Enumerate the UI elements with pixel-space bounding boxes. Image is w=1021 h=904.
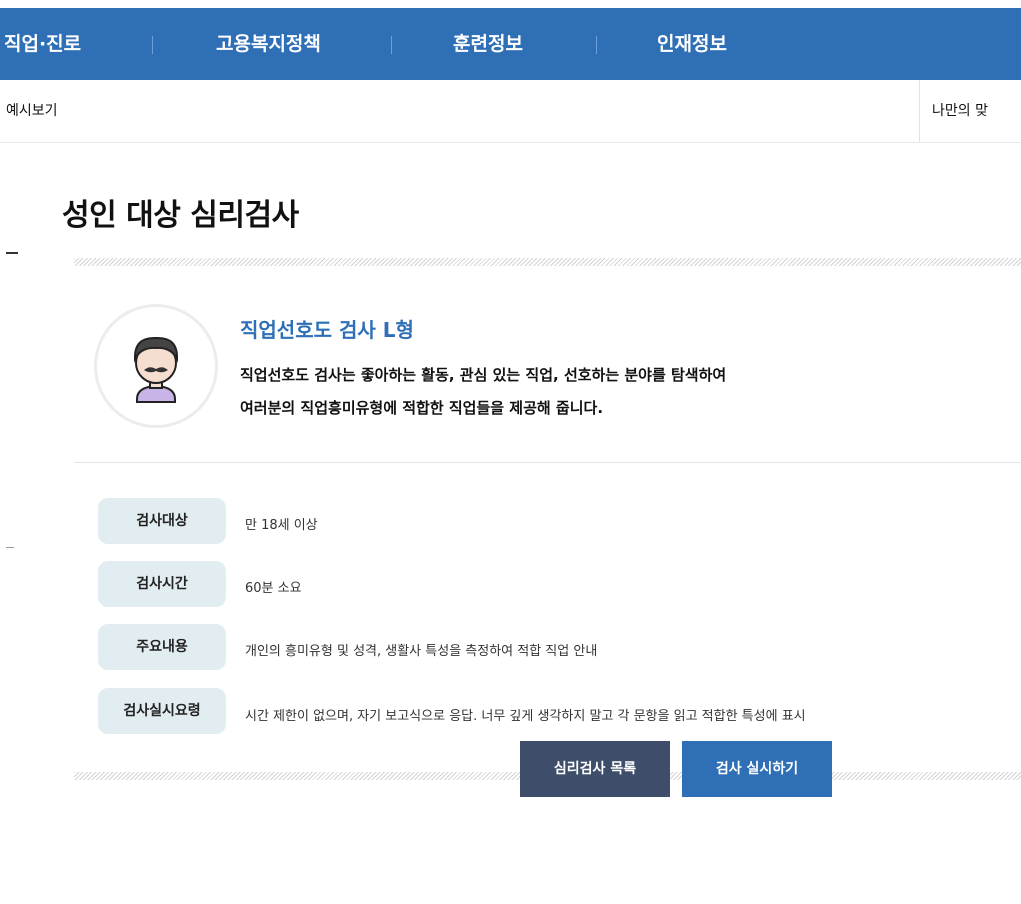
nav-item-training[interactable]: 훈련정보	[453, 8, 523, 80]
nav-item-career[interactable]: 직업·진로	[4, 8, 81, 80]
info-label-time: 검사시간	[98, 561, 226, 607]
nav-separator	[152, 36, 153, 54]
top-navigation: 직업·진로 고용복지정책 훈련정보 인재정보	[0, 8, 1021, 80]
start-test-button[interactable]: 검사 실시하기	[682, 741, 832, 797]
hatched-divider-top	[74, 258, 1021, 266]
section-divider	[74, 462, 1021, 463]
info-value-time: 60분 소요	[245, 581, 302, 596]
test-list-button[interactable]: 심리검사 목록	[520, 741, 670, 797]
nav-separator	[596, 36, 597, 54]
side-tick	[6, 547, 14, 548]
nav-item-talent[interactable]: 인재정보	[657, 8, 727, 80]
side-dash	[6, 252, 18, 254]
info-label-instructions: 검사실시요령	[98, 688, 226, 734]
test-description-line1: 직업선호도 검사는 좋아하는 활동, 관심 있는 직업, 선호하는 분야를 탐색…	[240, 366, 727, 384]
nav-item-employment-welfare[interactable]: 고용복지정책	[216, 8, 321, 80]
info-value-content: 개인의 흥미유형 및 성격, 생활사 특성을 측정하여 적합 직업 안내	[245, 644, 598, 659]
person-avatar-icon	[94, 304, 218, 428]
nav-separator	[391, 36, 392, 54]
info-value-target: 만 18세 이상	[245, 518, 318, 533]
my-menu-link[interactable]: 나만의 맞	[932, 80, 988, 142]
test-description-line2: 여러분의 직업흥미유형에 적합한 직업들을 제공해 줍니다.	[240, 399, 604, 417]
divider	[919, 80, 920, 142]
info-value-instructions: 시간 제한이 없으며, 자기 보고식으로 응답. 너무 깊게 생각하지 말고 각…	[245, 709, 806, 724]
info-label-content: 주요내용	[98, 624, 226, 670]
info-label-target: 검사대상	[98, 498, 226, 544]
sub-bar: 예시보기 나만의 맞	[0, 80, 1021, 143]
test-name: 직업선호도 검사 L형	[240, 318, 414, 342]
page-title: 성인 대상 심리검사	[62, 198, 299, 233]
preview-link[interactable]: 예시보기	[6, 80, 58, 142]
